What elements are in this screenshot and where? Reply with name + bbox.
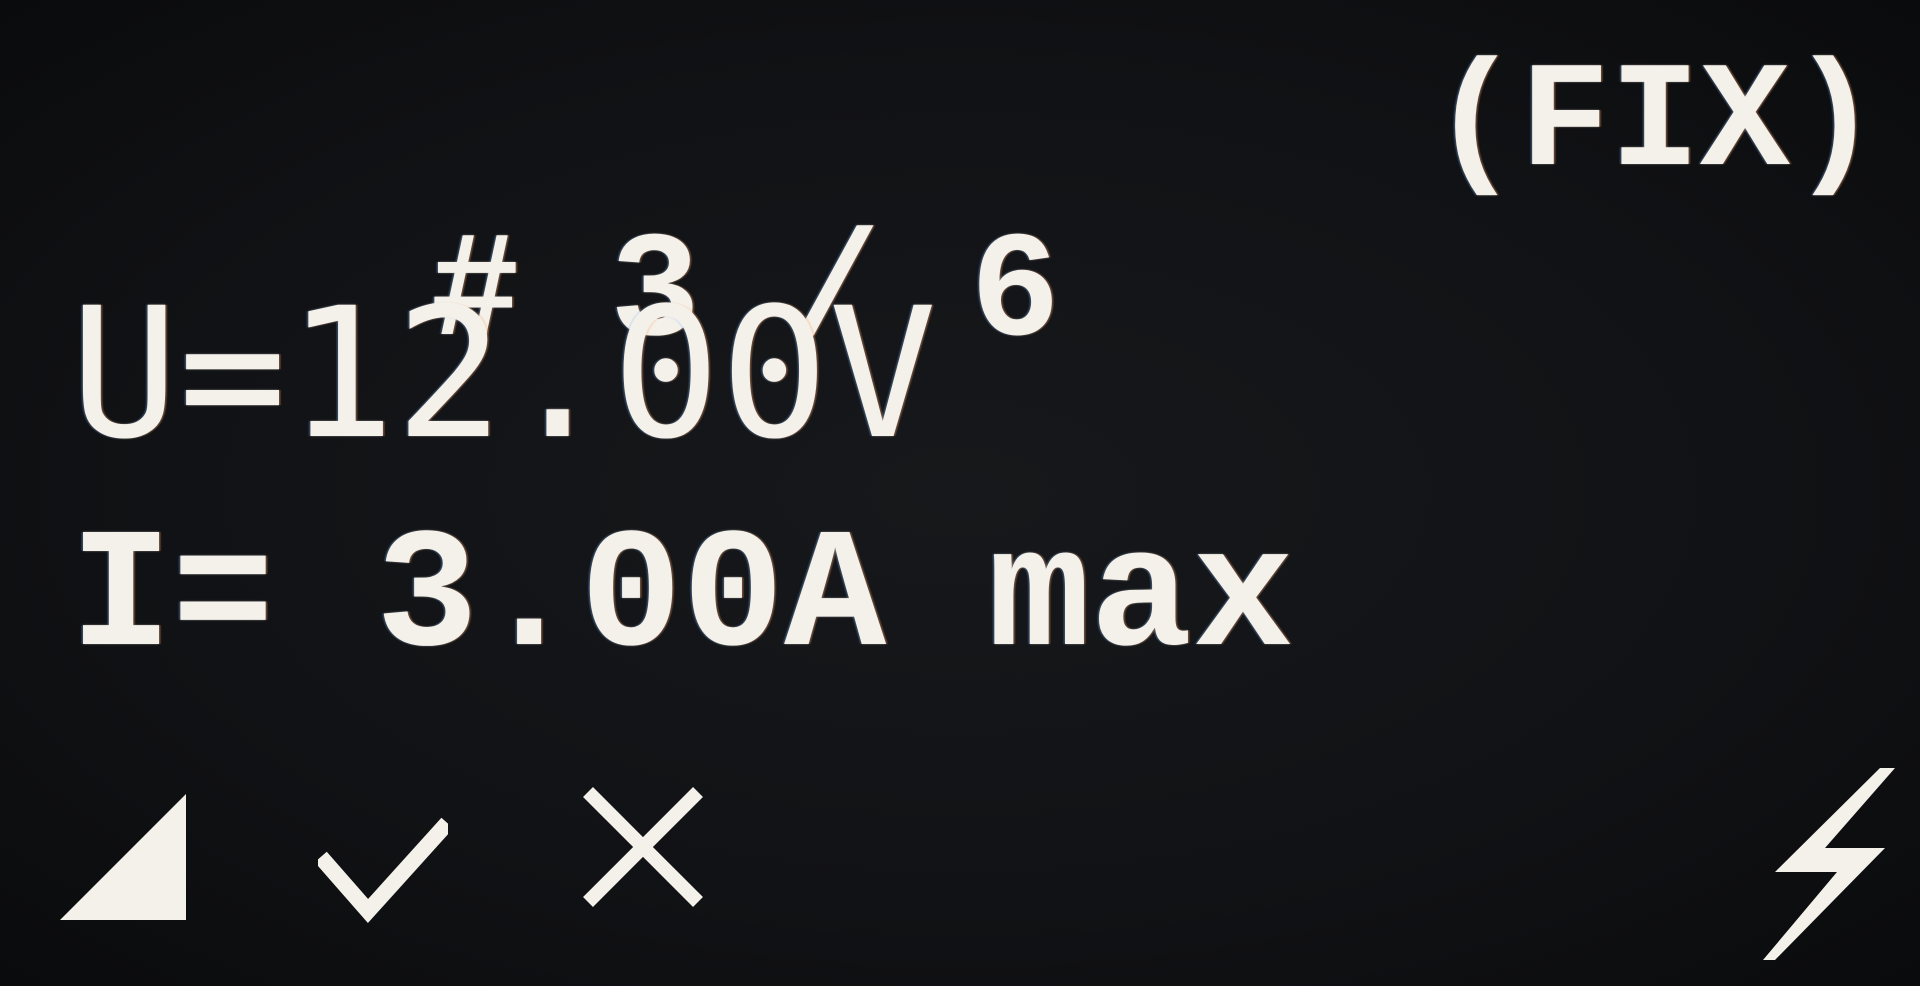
- lcd-screen: # 3 / 6 (FIX) U=12.00V I= 3.00A max: [0, 0, 1920, 986]
- voltage-readout: U=12.00V: [70, 270, 937, 479]
- preset-header: # 3 / 6 (FIX): [70, 40, 1880, 380]
- current-readout: I= 3.00A max: [70, 503, 1295, 696]
- status-icon-row: [0, 760, 1920, 960]
- check-icon[interactable]: [318, 815, 448, 925]
- signal-triangle-icon: [58, 792, 188, 922]
- cross-icon[interactable]: [578, 782, 708, 912]
- mode-label: (FIX): [1429, 40, 1880, 210]
- lightning-icon: [1755, 760, 1895, 960]
